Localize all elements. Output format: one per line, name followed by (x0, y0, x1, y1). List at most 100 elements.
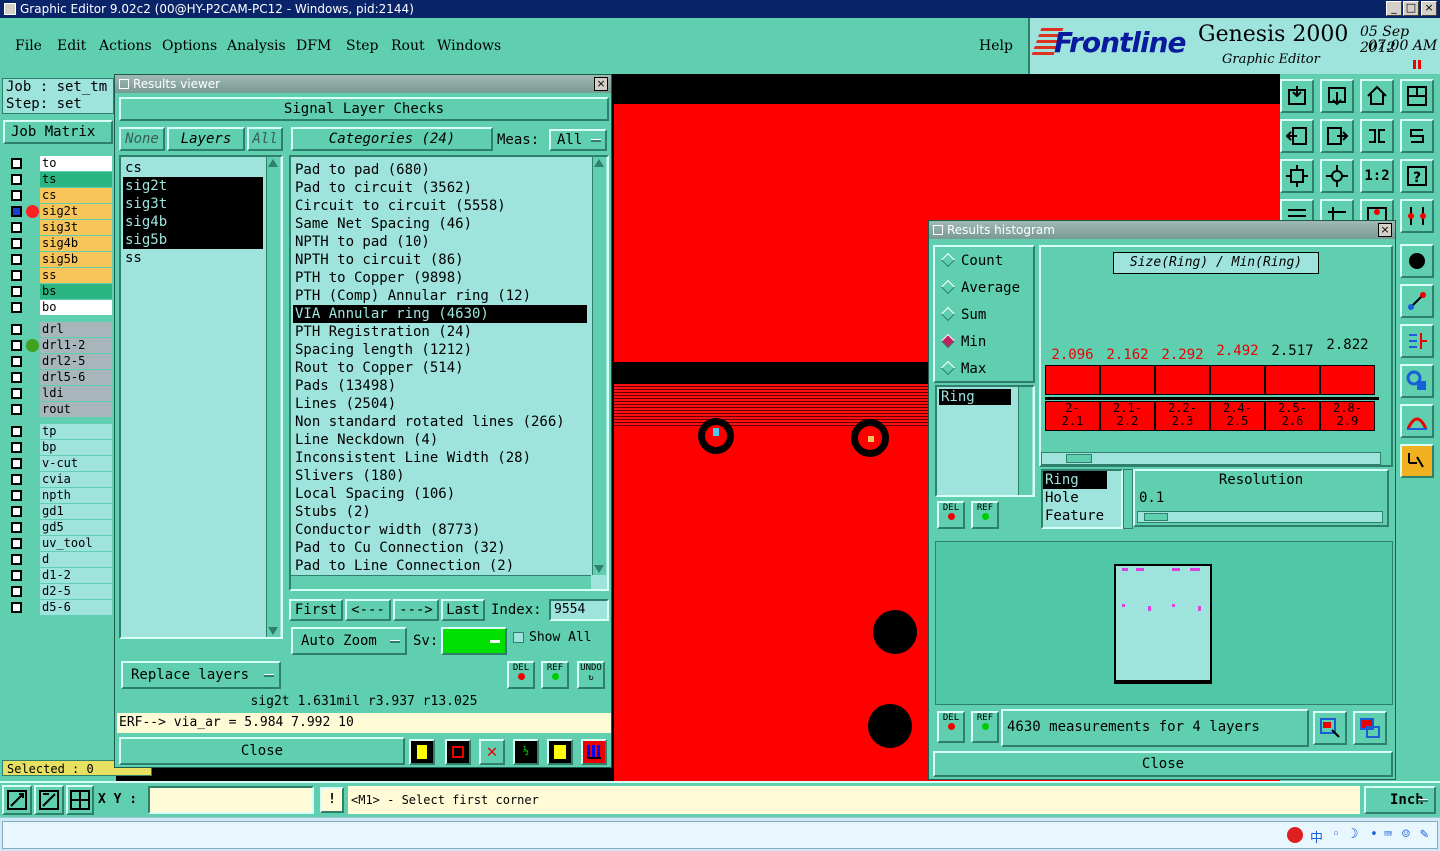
rv-ref-button[interactable]: REF (541, 661, 569, 689)
ime-user-icon[interactable]: ☺ (1402, 827, 1410, 842)
hole-1[interactable] (873, 610, 917, 654)
rv-undo-button[interactable]: UNDO ↻ (577, 661, 605, 689)
bar-range-label[interactable]: 2.1- 2.2 (1100, 401, 1155, 431)
layer-row[interactable]: cs (8, 188, 112, 203)
tool-transform[interactable] (1400, 284, 1434, 318)
category-item[interactable]: Line Neckdown (4) (293, 431, 587, 449)
bottom-grid-toggle[interactable] (66, 785, 94, 815)
layer-checkbox[interactable] (11, 174, 22, 185)
layer-checkbox[interactable] (11, 190, 22, 201)
category-item[interactable]: Rout to Copper (514) (293, 359, 587, 377)
layers-all-button[interactable]: All (247, 127, 283, 151)
index-field[interactable]: 9554 (549, 599, 609, 621)
histogram-close-button[interactable]: Close (933, 751, 1393, 777)
layer-name[interactable]: sig4b (40, 236, 112, 251)
chart-hscroll[interactable] (1041, 452, 1381, 465)
histogram-bar[interactable] (1320, 365, 1375, 395)
tool-scale-1-2[interactable]: 1:2 (1360, 159, 1394, 193)
layer-row[interactable]: gd5 (8, 520, 112, 535)
layer-name[interactable]: ts (40, 172, 112, 187)
layer-row[interactable]: bp (8, 440, 112, 455)
layer-name[interactable]: d (40, 552, 112, 567)
via-pad-2[interactable] (851, 419, 889, 457)
measure-type-item[interactable]: Ring (1043, 471, 1107, 489)
histogram-bar[interactable] (1210, 365, 1265, 395)
layer-checkbox[interactable] (11, 522, 22, 533)
layer-name[interactable]: sig5b (40, 252, 112, 267)
tool-fit[interactable] (1400, 79, 1434, 113)
next-button[interactable]: ---> (393, 599, 439, 621)
menu-step[interactable]: Step (346, 38, 378, 54)
layer-row[interactable]: to (8, 156, 112, 171)
layer-name[interactable]: sig2t (40, 204, 112, 219)
rv-tool-delete-ref[interactable]: ✕ (479, 739, 505, 765)
hist-del-button-2[interactable]: DEL (937, 711, 965, 743)
bar-range-label[interactable]: 2.8- 2.9 (1320, 401, 1375, 431)
layer-row[interactable]: sig5b (8, 252, 112, 267)
layer-checkbox[interactable] (11, 388, 22, 399)
bar-range-label[interactable]: 2.4- 2.5 (1210, 401, 1265, 431)
rv-layer-item[interactable]: sig3t (123, 195, 263, 213)
rv-tool-compare[interactable]: ½ (513, 739, 539, 765)
categories-button[interactable]: Categories (24) (291, 127, 493, 151)
layer-checkbox[interactable] (11, 554, 22, 565)
tool-home[interactable] (1360, 79, 1394, 113)
layer-checkbox[interactable] (11, 286, 22, 297)
category-item[interactable]: NPTH to circuit (86) (293, 251, 587, 269)
layer-name[interactable]: bp (40, 440, 112, 455)
layer-name[interactable]: to (40, 156, 112, 171)
layer-name[interactable]: gd5 (40, 520, 112, 535)
layer-checkbox[interactable] (11, 602, 22, 613)
layer-row[interactable]: d1-2 (8, 568, 112, 583)
rv-close-button[interactable]: Close (119, 737, 405, 765)
bottom-measure-box[interactable] (34, 785, 64, 815)
layer-checkbox[interactable] (11, 340, 22, 351)
last-button[interactable]: Last (441, 599, 485, 621)
layers-button[interactable]: Layers (167, 127, 245, 151)
layer-row[interactable]: drl (8, 322, 112, 337)
layer-name[interactable]: cvia (40, 472, 112, 487)
bar-range-label[interactable]: 2.5- 2.6 (1265, 401, 1320, 431)
category-item[interactable]: PTH to Copper (9898) (293, 269, 587, 287)
layer-name[interactable]: d5-6 (40, 600, 112, 615)
layer-row[interactable]: sig4b (8, 236, 112, 251)
resolution-slider[interactable] (1137, 511, 1383, 523)
ime-dot-icon[interactable]: • (1370, 827, 1378, 842)
category-item[interactable]: Pad to Cu Connection (32) (293, 539, 587, 557)
layer-checkbox[interactable] (11, 372, 22, 383)
category-item[interactable]: Slivers (180) (293, 467, 587, 485)
menu-options[interactable]: Options (162, 38, 217, 54)
rv-categories-hscroll[interactable] (291, 575, 591, 589)
ime-punct-icon[interactable]: ◦ (1332, 827, 1340, 842)
tool-swap[interactable] (1360, 119, 1394, 153)
histogram-bar[interactable] (1155, 365, 1210, 395)
ime-chinese-icon[interactable]: 中 (1310, 827, 1323, 846)
hist-ref-button[interactable]: REF (971, 501, 999, 529)
prev-button[interactable]: <--- (345, 599, 391, 621)
menu-edit[interactable]: Edit (57, 38, 86, 54)
layer-name[interactable]: drl5-6 (40, 370, 112, 385)
layer-row[interactable]: gd1 (8, 504, 112, 519)
category-item[interactable]: Non standard rotated lines (266) (293, 413, 587, 431)
close-window-button[interactable]: × (1421, 1, 1437, 16)
minimize-button[interactable]: _ (1386, 1, 1402, 16)
layer-row[interactable]: bo (8, 300, 112, 315)
rv-tool-report[interactable] (547, 739, 573, 765)
tool-shapes[interactable] (1400, 364, 1434, 398)
layer-name[interactable]: drl (40, 322, 112, 337)
layer-row[interactable]: npth (8, 488, 112, 503)
radio-average[interactable]: Average (940, 279, 1020, 296)
layer-row[interactable]: tp (8, 424, 112, 439)
layer-row[interactable]: uv_tool (8, 536, 112, 551)
menu-dfm[interactable]: DFM (296, 38, 331, 54)
replace-layers-dropdown[interactable]: Replace layers (121, 661, 281, 689)
layer-display-dot[interactable] (26, 339, 39, 352)
radio-sum[interactable]: Sum (940, 306, 986, 323)
meas-dropdown[interactable]: All (549, 129, 607, 151)
menu-rout[interactable]: Rout (391, 38, 425, 54)
layer-checkbox[interactable] (11, 356, 22, 367)
rv-tool-marker[interactable] (409, 739, 435, 765)
hist-fit-tool[interactable] (1353, 711, 1387, 745)
layer-name[interactable]: v-cut (40, 456, 112, 471)
auto-zoom-dropdown[interactable]: Auto Zoom (291, 627, 407, 655)
